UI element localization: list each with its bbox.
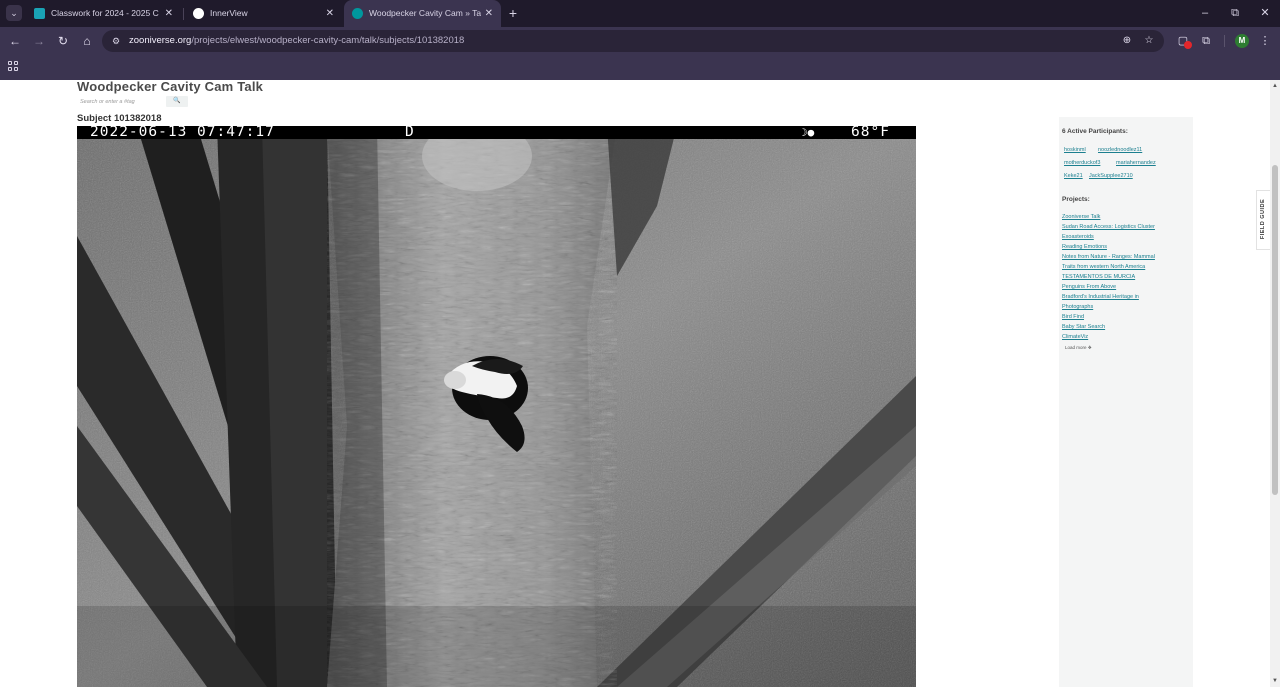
tab-classwork[interactable]: Classwork for 2024 - 2025 CRH ✕: [26, 0, 181, 27]
browser-menu-icon[interactable]: ⋮: [1257, 33, 1273, 49]
project-link[interactable]: Bradford's Industrial Heritage in: [1062, 294, 1139, 300]
project-link[interactable]: Photographs: [1062, 304, 1093, 310]
innerview-favicon-icon: [193, 8, 204, 19]
extension-badge: [1184, 41, 1192, 49]
classroom-favicon-icon: [34, 8, 45, 19]
project-link[interactable]: Notes from Nature - Ranges: Mammal: [1062, 254, 1155, 260]
home-icon[interactable]: ⌂: [79, 33, 95, 49]
field-guide-tab[interactable]: FIELD GUIDE: [1256, 190, 1270, 250]
browser-toolbar: ← → ↻ ⌂ ⚙ zooniverse.org/projects/elwest…: [0, 27, 1280, 56]
load-more-button[interactable]: Load more ❖: [1065, 345, 1092, 351]
minimize-icon[interactable]: –: [1192, 0, 1218, 27]
url-text[interactable]: zooniverse.org/projects/elwest/woodpecke…: [129, 30, 464, 52]
tab-woodpecker-talk[interactable]: Woodpecker Cavity Cam » Talk ✕: [344, 0, 501, 27]
project-link[interactable]: TESTAMENTOS DE MURCIA: [1062, 274, 1135, 280]
toolbar-separator: [1224, 35, 1225, 47]
tab-title: InnerView: [210, 8, 248, 18]
subject-image[interactable]: 2022-06-13 07:47:17 D ☽● 68°F: [77, 126, 916, 687]
tab-close-icon[interactable]: ✕: [165, 0, 173, 27]
project-link[interactable]: ClimateViz: [1062, 334, 1088, 340]
scrollbar-thumb[interactable]: [1272, 165, 1278, 495]
search-icon: 🔍: [173, 98, 181, 104]
tab-close-icon[interactable]: ✕: [485, 0, 493, 27]
site-info-icon[interactable]: ⚙: [110, 35, 122, 47]
participant-link[interactable]: motherduckof3: [1064, 160, 1100, 166]
participant-link[interactable]: noozlednoodlez11: [1098, 147, 1142, 153]
tab-separator: [183, 8, 184, 20]
tab-search-button[interactable]: ⌄: [6, 5, 22, 21]
project-link[interactable]: Reading Emotions: [1062, 244, 1107, 250]
tab-title: Classwork for 2024 - 2025 CRH: [51, 8, 159, 18]
tab-innerview[interactable]: InnerView ✕: [185, 0, 342, 27]
project-link[interactable]: Zooniverse Talk: [1062, 214, 1100, 220]
search-button[interactable]: 🔍: [166, 96, 188, 107]
camera-mode: D: [405, 126, 414, 140]
talk-sidebar: 6 Active Participants: hoskinml noozledn…: [1059, 117, 1193, 687]
talk-search-input[interactable]: [77, 96, 163, 107]
talk-title: Woodpecker Cavity Cam Talk: [77, 80, 264, 94]
project-link[interactable]: Baby Star Search: [1062, 324, 1105, 330]
bookmark-star-icon[interactable]: ☆: [1142, 34, 1156, 48]
subject-title: Subject 101382018: [77, 113, 162, 124]
browser-tab-bar: ⌄ Classwork for 2024 - 2025 CRH ✕ InnerV…: [0, 0, 1280, 27]
page-content: Woodpecker Cavity Cam Talk 🔍 Subject 101…: [0, 80, 1270, 687]
project-link[interactable]: Exoasteroids: [1062, 234, 1094, 240]
camera-info-bar: 2022-06-13 07:47:17 D ☽● 68°F: [77, 126, 916, 139]
page-scrollbar[interactable]: ▲ ▼: [1270, 80, 1280, 687]
participant-link[interactable]: mariahernandez: [1116, 160, 1156, 166]
trail-cam-photo: [77, 126, 916, 687]
forward-icon[interactable]: →: [31, 33, 47, 49]
zoom-icon[interactable]: ⊕: [1120, 34, 1134, 48]
new-tab-button[interactable]: +: [506, 0, 520, 27]
extension-icon[interactable]: ▢: [1175, 33, 1192, 49]
extensions-puzzle-icon[interactable]: ⧉: [1198, 33, 1214, 49]
moon-phase-icon: ☽●: [801, 126, 815, 139]
url-path: /projects/elwest/woodpecker-cavity-cam/t…: [191, 35, 465, 46]
reload-icon[interactable]: ↻: [55, 33, 71, 49]
zooniverse-favicon-icon: [352, 8, 363, 19]
address-bar[interactable]: ⚙ zooniverse.org/projects/elwest/woodpec…: [102, 30, 1164, 52]
projects-heading: Projects:: [1062, 196, 1090, 203]
scroll-up-icon[interactable]: ▲: [1272, 83, 1278, 89]
participant-link[interactable]: hoskinml: [1064, 147, 1086, 153]
project-link[interactable]: Sudan Road Access: Logistics Cluster: [1062, 224, 1155, 230]
participants-heading: 6 Active Participants:: [1062, 128, 1128, 135]
participant-link[interactable]: Keke21: [1064, 173, 1083, 179]
close-window-icon[interactable]: ✕: [1252, 0, 1278, 27]
participant-link[interactable]: JackSupplee2710: [1089, 173, 1133, 179]
field-guide-label: FIELD GUIDE: [1260, 198, 1266, 240]
back-icon[interactable]: ←: [7, 33, 23, 49]
bookmarks-bar: [0, 56, 1280, 80]
scroll-down-icon[interactable]: ▼: [1272, 678, 1278, 684]
tab-close-icon[interactable]: ✕: [326, 0, 334, 27]
apps-grid-icon[interactable]: [8, 61, 20, 73]
camera-timestamp: 2022-06-13 07:47:17: [90, 126, 275, 140]
project-link[interactable]: Bird Find: [1062, 314, 1084, 320]
profile-avatar[interactable]: M: [1235, 34, 1249, 48]
project-link[interactable]: Penguins From Above: [1062, 284, 1116, 290]
restore-icon[interactable]: ⧉: [1222, 0, 1248, 27]
project-link[interactable]: Traits from western North America: [1062, 264, 1145, 270]
camera-temperature: 68°F: [851, 126, 890, 140]
url-host: zooniverse.org: [129, 35, 192, 46]
tab-title: Woodpecker Cavity Cam » Talk: [369, 8, 481, 18]
